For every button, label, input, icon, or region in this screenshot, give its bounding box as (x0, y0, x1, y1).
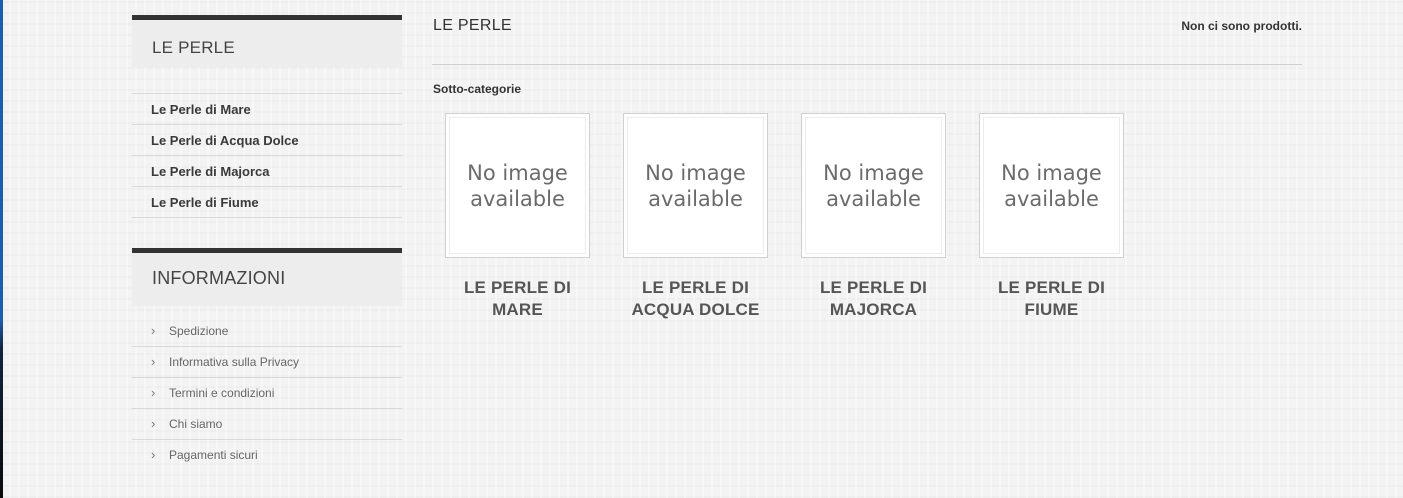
subcategory-card-fiume: No image available LE PERLE DI FIUME (979, 113, 1124, 321)
sidebar: LE PERLE Le Perle di Mare Le Perle di Ac… (132, 15, 402, 471)
info-link-label: Termini e condizioni (169, 386, 275, 400)
info-link-label: Spedizione (169, 324, 229, 338)
category-item-fiume[interactable]: Le Perle di Fiume (132, 187, 402, 218)
info-link-label: Pagamenti sicuri (169, 448, 258, 462)
category-item-acqua-dolce[interactable]: Le Perle di Acqua Dolce (132, 125, 402, 156)
category-item-mare[interactable]: Le Perle di Mare (132, 94, 402, 125)
subcategory-image-link[interactable]: No image available (801, 113, 946, 258)
chevron-right-icon: › (151, 416, 156, 431)
info-link-secure-payments[interactable]: › Pagamenti sicuri (132, 440, 402, 471)
chevron-right-icon: › (151, 385, 156, 400)
subcategory-card-acqua-dolce: No image available LE PERLE DI ACQUA DOL… (623, 113, 768, 321)
info-link-shipping[interactable]: › Spedizione (132, 316, 402, 347)
desktop-edge (0, 0, 3, 498)
no-products-message: Non ci sono prodotti. (1181, 19, 1302, 33)
info-block-title: INFORMAZIONI (132, 248, 402, 306)
subcategory-image-link[interactable]: No image available (445, 113, 590, 258)
category-item-majorca[interactable]: Le Perle di Majorca (132, 156, 402, 187)
info-link-label: Informativa sulla Privacy (169, 355, 300, 369)
subcategory-name-link[interactable]: LE PERLE DI MAJORCA (801, 277, 946, 321)
categories-block-title: LE PERLE (132, 15, 402, 67)
subcategory-name-link[interactable]: LE PERLE DI ACQUA DOLCE (623, 277, 768, 321)
chevron-right-icon: › (151, 354, 156, 369)
title-divider (432, 64, 1302, 65)
subcategory-image-link[interactable]: No image available (979, 113, 1124, 258)
info-block: INFORMAZIONI › Spedizione › Informativa … (132, 248, 402, 471)
subcategories-heading: Sotto-categorie (433, 82, 522, 96)
chevron-right-icon: › (151, 323, 156, 338)
info-link-label: Chi siamo (169, 417, 223, 431)
subcategory-card-majorca: No image available LE PERLE DI MAJORCA (801, 113, 946, 321)
no-image-placeholder: No image available (627, 117, 764, 254)
category-list: Le Perle di Mare Le Perle di Acqua Dolce… (132, 93, 402, 218)
no-image-placeholder: No image available (983, 117, 1120, 254)
info-link-privacy[interactable]: › Informativa sulla Privacy (132, 347, 402, 378)
page-title: LE PERLE (433, 17, 512, 34)
subcategory-grid: No image available LE PERLE DI MARE No i… (445, 113, 1157, 321)
subcategory-name-link[interactable]: LE PERLE DI FIUME (979, 277, 1124, 321)
chevron-right-icon: › (151, 447, 156, 462)
info-link-terms[interactable]: › Termini e condizioni (132, 378, 402, 409)
subcategory-image-link[interactable]: No image available (623, 113, 768, 258)
no-image-placeholder: No image available (449, 117, 586, 254)
info-link-about[interactable]: › Chi siamo (132, 409, 402, 440)
info-link-list: › Spedizione › Informativa sulla Privacy… (132, 316, 402, 471)
no-image-placeholder: No image available (805, 117, 942, 254)
subcategory-name-link[interactable]: LE PERLE DI MARE (445, 277, 590, 321)
subcategory-card-mare: No image available LE PERLE DI MARE (445, 113, 590, 321)
